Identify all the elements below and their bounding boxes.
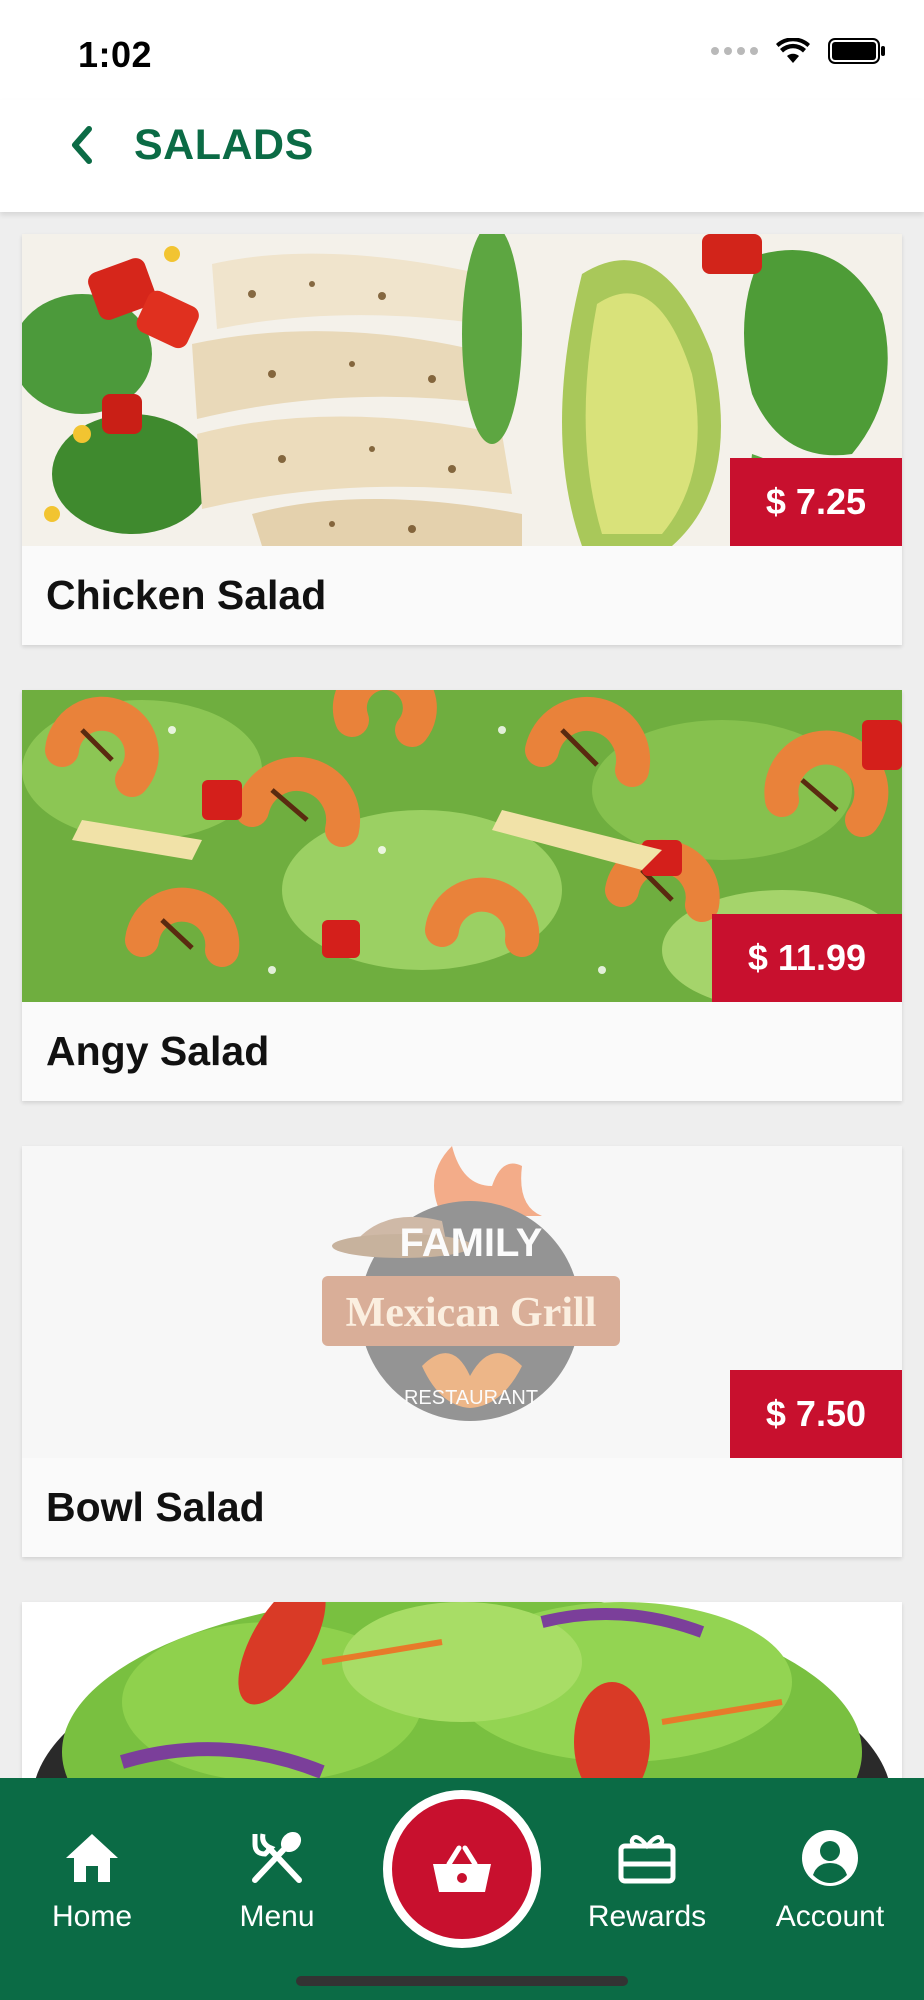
fork-spoon-icon: [252, 1831, 302, 1883]
cart-button[interactable]: [383, 1790, 541, 1948]
status-icons: [711, 38, 886, 64]
account-icon: [802, 1830, 858, 1886]
menu-item-card[interactable]: FAMILY Mexican Grill RESTAURANT $ 7.50 B…: [22, 1146, 902, 1557]
nav-rewards[interactable]: Rewards: [567, 1828, 727, 1934]
gift-card-icon: [618, 1835, 676, 1884]
basket-icon: [433, 1845, 491, 1892]
item-name: Chicken Salad: [46, 572, 327, 618]
bottom-nav: Home Menu Rewards Account: [0, 1778, 924, 2000]
price-tag: $ 7.25: [729, 458, 902, 546]
menu-item-card[interactable]: $ 11.99 Angy Salad: [22, 690, 902, 1101]
nav-home[interactable]: Home: [12, 1828, 172, 1934]
logo-text-mexican-grill: Mexican Grill: [346, 1290, 597, 1336]
nav-menu-label: Menu: [239, 1900, 315, 1933]
cellular-signal-icon: [711, 47, 758, 55]
battery-icon: [828, 38, 885, 64]
menu-item-card[interactable]: $ 7.25 Chicken Salad: [22, 234, 902, 645]
nav-account-label: Account: [775, 1900, 885, 1933]
item-name: Angy Salad: [46, 1028, 270, 1074]
nav-home-label: Home: [51, 1900, 133, 1933]
chevron-left-icon: [72, 126, 92, 164]
nav-rewards-label: Rewards: [587, 1900, 707, 1933]
price-tag: $ 7.50: [729, 1370, 902, 1458]
wifi-icon: [776, 38, 810, 63]
item-name: Bowl Salad: [46, 1484, 265, 1530]
logo-text-family: FAMILY: [400, 1221, 543, 1265]
home-icon: [66, 1834, 118, 1882]
home-indicator: [296, 1976, 628, 1986]
nav-menu[interactable]: Menu: [197, 1828, 357, 1934]
page-title: SALADS: [134, 121, 314, 169]
nav-account[interactable]: Account: [750, 1828, 910, 1934]
app-header: SALADS: [0, 100, 924, 212]
back-button[interactable]: [52, 110, 112, 180]
status-time: 1:02: [78, 34, 153, 75]
status-bar: 1:02: [0, 0, 924, 100]
menu-item-list: $ 7.25 Chicken Salad $ 11.99 Angy Salad …: [22, 234, 902, 2000]
price-tag: $ 11.99: [711, 914, 902, 1002]
logo-text-restaurant: RESTAURANT: [404, 1387, 538, 1409]
